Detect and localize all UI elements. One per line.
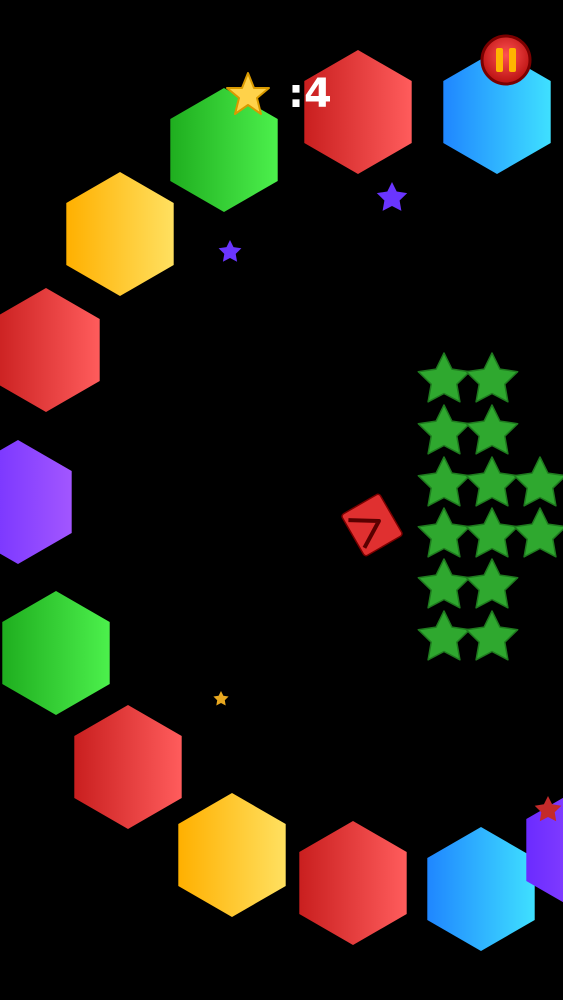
hexagon-yellow bbox=[66, 172, 174, 296]
green-star bbox=[417, 610, 471, 661]
pause-button[interactable] bbox=[480, 34, 532, 86]
green-star-cluster bbox=[417, 352, 563, 661]
green-star bbox=[513, 456, 563, 507]
hexagon-red bbox=[0, 288, 100, 412]
floating-star-purple bbox=[376, 182, 408, 211]
green-star bbox=[513, 507, 563, 558]
green-star bbox=[417, 352, 471, 403]
green-star bbox=[465, 558, 519, 609]
floating-stars bbox=[213, 182, 562, 822]
hexagon-purple bbox=[0, 440, 72, 564]
green-star bbox=[465, 404, 519, 455]
hexagon-green bbox=[170, 88, 278, 212]
green-star bbox=[465, 352, 519, 403]
green-star bbox=[417, 404, 471, 455]
green-star bbox=[417, 507, 471, 558]
player-ship bbox=[341, 493, 403, 557]
hexagon-red bbox=[74, 705, 182, 829]
green-star bbox=[465, 610, 519, 661]
game-canvas bbox=[0, 50, 563, 951]
hexagon-green bbox=[2, 591, 110, 715]
green-star bbox=[465, 456, 519, 507]
floating-star-purple bbox=[218, 240, 242, 262]
score-counter: :4 bbox=[288, 71, 332, 117]
hexagon-yellow bbox=[178, 793, 286, 917]
green-star bbox=[417, 456, 471, 507]
hexagon-red bbox=[299, 821, 407, 945]
floating-star-yellow bbox=[213, 691, 229, 706]
green-star bbox=[465, 507, 519, 558]
green-star bbox=[417, 558, 471, 609]
hexagon-blue bbox=[427, 827, 535, 951]
